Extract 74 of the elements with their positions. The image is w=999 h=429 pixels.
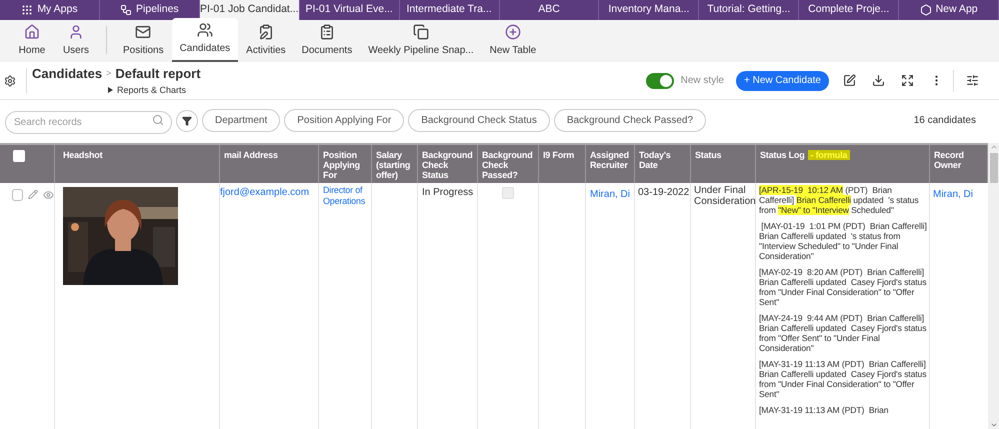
filter-pill[interactable]: Background Check Status <box>408 109 550 132</box>
expand-icon[interactable] <box>901 74 914 87</box>
pencil-icon[interactable] <box>28 189 38 200</box>
home-icon <box>24 24 40 40</box>
settings-icon[interactable] <box>4 74 16 86</box>
position-link[interactable]: Director of Operations <box>323 185 367 207</box>
table-nav-tab[interactable]: New Table <box>482 20 544 62</box>
scrollbar[interactable] <box>988 143 999 429</box>
column-header[interactable]: I9 Form <box>543 150 581 160</box>
owner-link[interactable]: Miran, Di <box>933 189 974 200</box>
table-cell: 03-19-2022 <box>638 187 690 198</box>
app-tab[interactable]: PI-01 Job Candidat... <box>200 0 300 20</box>
column-header[interactable]: Status Log - formula <box>760 150 925 160</box>
column-header[interactable]: Background Check Status <box>422 150 473 180</box>
breadcrumb-separator: > <box>106 67 112 80</box>
column-header[interactable]: mail Address <box>224 150 314 160</box>
copy-icon <box>412 24 429 40</box>
user-icon <box>68 24 84 40</box>
table-nav-tab[interactable]: Candidates <box>172 18 238 62</box>
column-header[interactable]: Record Owner <box>934 150 983 170</box>
search-field[interactable]: Search records <box>5 111 172 134</box>
filter-button[interactable] <box>176 110 198 132</box>
report-title: Default report <box>115 65 201 83</box>
status-log-entry: [MAY-02-19 8:20 AM (PDT) Brian Cafferelli] Brian Cafferelli updated Casey Fjord's status from "Under Final Consideration" to "Offer Sent" <box>759 267 928 307</box>
table-nav-tab[interactable]: Home <box>10 20 54 62</box>
status-log-entry: [MAY-31-19 11:13 AM (PDT) Brian <box>759 405 890 415</box>
edit-icon[interactable] <box>843 74 856 87</box>
filter-icon <box>182 116 192 126</box>
column-header[interactable]: Assigned Recruiter <box>590 150 630 170</box>
table-nav-tab[interactable]: Weekly Pipeline Snap... <box>360 20 482 62</box>
clipboard-icon <box>318 24 335 40</box>
hexagon-icon <box>920 4 932 16</box>
new-candidate-button[interactable]: + New Candidate <box>736 70 829 90</box>
status-log-entry: [MAY-31-19 11:13 AM (PDT) Brian Cafferelli] Brian Cafferelli updated Casey Fjord's status from "Under Final Consideration" to "Offer Sent" <box>759 359 928 399</box>
table-cell: In Progress <box>422 187 474 198</box>
row-checkbox[interactable] <box>12 189 24 201</box>
filter-pill[interactable]: Position Applying For <box>284 109 404 132</box>
filter-pill[interactable]: Department <box>202 109 280 132</box>
clipboard-pen-icon <box>258 24 274 40</box>
scroll-down-icon[interactable] <box>990 421 998 429</box>
table-nav-tab[interactable]: Activities <box>238 20 294 62</box>
toggle-label: New style <box>680 74 724 88</box>
reports-link[interactable]: Reports & Charts <box>108 84 201 97</box>
table-title: Candidates <box>32 65 102 83</box>
table-nav-tab[interactable]: Documents <box>294 20 360 62</box>
recruiter-link[interactable]: Miran, Di <box>590 189 630 200</box>
column-header[interactable]: Position Applying For <box>323 150 367 180</box>
email-link[interactable]: fjord@example.com <box>220 187 310 198</box>
status-log-entry: [APR-15-19 10:12 AM (PDT) Brian Cafferelli] Brian Cafferelli updated 's status from "New" to "Interview Scheduled" <box>759 185 920 215</box>
envelope-icon <box>135 24 152 40</box>
table-nav-tab[interactable]: Positions <box>115 20 172 62</box>
table-cell: Under Final Consideration <box>694 185 756 207</box>
select-all-checkbox[interactable] <box>13 150 25 162</box>
scrollbar-thumb[interactable] <box>990 153 998 183</box>
column-header[interactable]: Status <box>695 150 751 160</box>
toggle-switch[interactable] <box>646 72 674 88</box>
column-header[interactable]: Background Check Passed? <box>482 150 534 180</box>
filter-pill[interactable]: Background Check Passed? <box>554 109 706 132</box>
status-log-entry: [MAY-24-19 9:44 AM (PDT) Brian Cafferelli] Brian Cafferelli updated Casey Fjord's status from "Offer Sent" to "Under Final Consideration" <box>759 313 928 353</box>
grid-icon <box>21 4 34 16</box>
settings-sliders-icon[interactable] <box>966 74 979 87</box>
people-icon <box>196 22 213 38</box>
search-icon <box>152 114 164 126</box>
status-log-entry: [MAY-01-19 1:01 PM (PDT) Brian Cafferelli] Brian Cafferelli updated 's status from "Interview Scheduled" to "Under Final Consideration" <box>759 221 928 261</box>
column-header[interactable]: Today's Date <box>639 150 686 170</box>
column-header[interactable]: Salary (starting offer) <box>376 150 413 180</box>
eye-icon[interactable] <box>43 189 54 201</box>
table-nav-tab[interactable]: Users <box>54 20 98 62</box>
column-header[interactable]: Headshot <box>63 150 215 160</box>
nodes-icon <box>120 4 132 16</box>
record-count: 16 candidates <box>914 114 976 128</box>
plus-circle-icon <box>504 24 521 40</box>
download-icon[interactable] <box>872 74 885 87</box>
caret-icon <box>108 87 113 94</box>
